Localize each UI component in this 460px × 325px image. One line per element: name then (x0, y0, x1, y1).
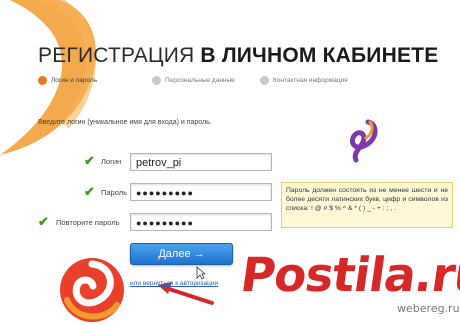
step-label: Персональные данные (165, 77, 235, 84)
step-indicator-icon (260, 76, 269, 85)
title-bold: В ЛИЧНОМ КАБИНЕТЕ (200, 44, 439, 67)
confirm-password-input[interactable]: ●●●●●●●●● (130, 213, 272, 231)
step-login-password[interactable]: Логин и пароль (38, 76, 97, 85)
step-label: Логин и пароль (51, 77, 98, 84)
mouse-cursor-icon (196, 266, 206, 280)
step-label: Контактная информация (273, 77, 348, 84)
intro-text: Введите логин (уникальное имя для входа)… (38, 119, 212, 126)
check-icon: ✔ (84, 184, 95, 199)
next-button[interactable]: Далее → (130, 243, 233, 265)
password-label: Пароль (101, 188, 128, 197)
title-regular: РЕГИСТРАЦИЯ (38, 44, 201, 67)
step-personal-data[interactable]: Персональные данные (152, 76, 235, 85)
back-to-login-link[interactable]: или вернуться к авторизации (130, 280, 218, 287)
login-input[interactable]: petrov_pi (130, 153, 272, 171)
confirm-password-label: Повторите пароль (56, 218, 120, 227)
step-contact-info[interactable]: Контактная информация (260, 76, 348, 85)
password-input[interactable]: ●●●●●●●●● (130, 183, 272, 201)
webereg-watermark: webereg.ru (397, 302, 460, 315)
login-label: Логин (101, 157, 122, 166)
check-icon: ✔ (38, 214, 49, 229)
purple-logo-icon (349, 119, 378, 163)
page-title: РЕГИСТРАЦИЯ В ЛИЧНОМ КАБИНЕТЕ (38, 44, 438, 68)
password-hint-tooltip: Пароль должен состоять из не менее шести… (281, 182, 453, 228)
step-indicator-icon (152, 76, 161, 85)
postila-watermark: Postila.ru (237, 248, 460, 303)
step-indicator-icon (38, 76, 47, 85)
check-icon: ✔ (84, 153, 95, 168)
rostelecom-logo-icon (60, 258, 124, 322)
